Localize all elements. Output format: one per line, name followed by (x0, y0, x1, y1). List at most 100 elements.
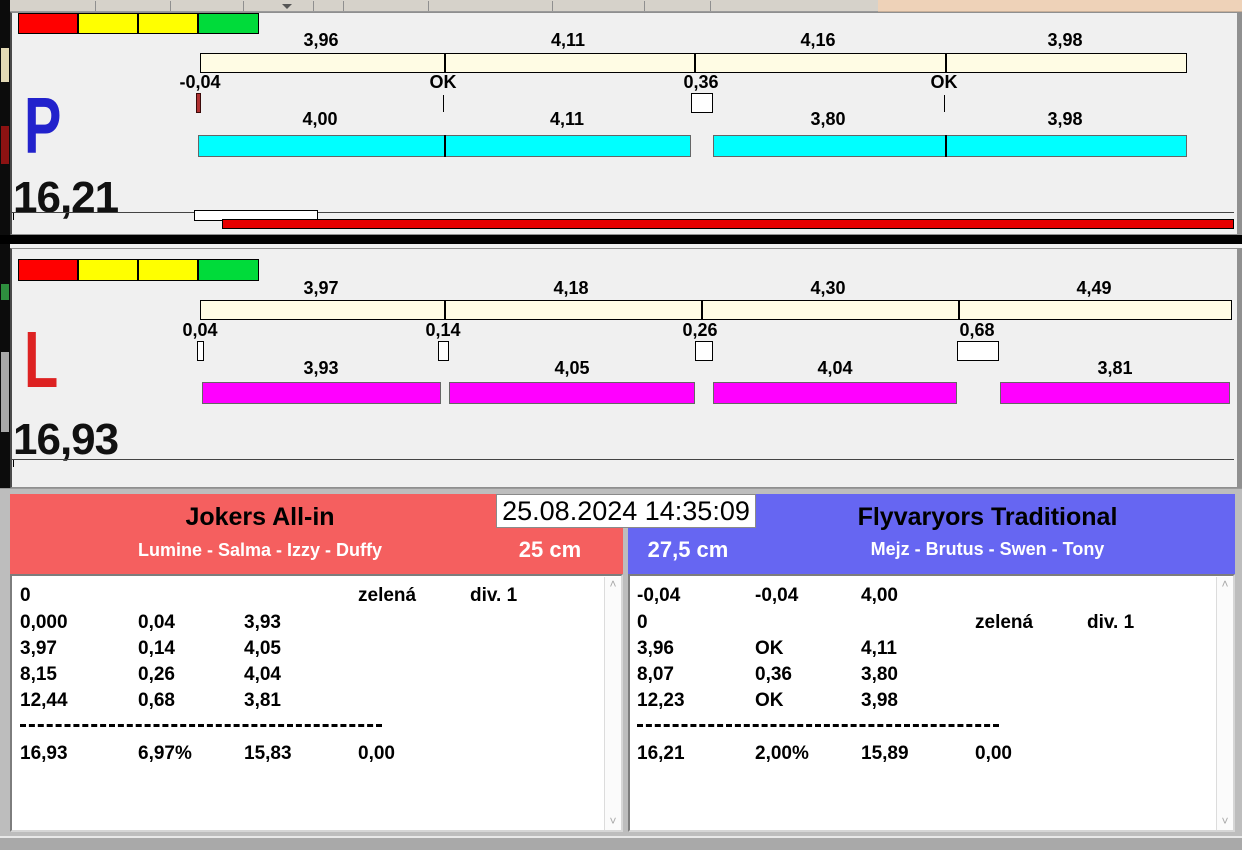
progress-bar-red (222, 219, 1234, 229)
bar-divider (694, 53, 696, 73)
scroll-down-button[interactable]: ˅ (1217, 814, 1233, 830)
gap-marker-negative (196, 93, 201, 113)
status-square-yellow (138, 13, 198, 34)
gap-label: -0,04 (179, 72, 221, 92)
status-square-yellow (78, 259, 138, 281)
sliver-fragment (1, 284, 9, 300)
segment-value-top: 4,18 (553, 278, 589, 298)
gap-marker-line (443, 95, 444, 112)
measured-bar-l (713, 382, 957, 404)
table-total-cell: 15,83 (244, 743, 292, 764)
lane-total-l: 16,93 (13, 415, 119, 464)
table-cell: div. 1 (470, 585, 518, 606)
status-square-yellow (78, 13, 138, 34)
status-square-red (18, 13, 78, 34)
scroll-up-button[interactable]: ˄ (605, 577, 621, 593)
gap-marker-line (944, 95, 945, 112)
gap-label: 0,14 (425, 320, 461, 340)
top-edge-tick (95, 1, 96, 11)
scroll-down-button[interactable]: ˅ (605, 814, 621, 830)
lane-letter-p: P (24, 81, 62, 170)
segment-value-bottom: 4,11 (549, 109, 585, 129)
segment-value-top: 3,97 (303, 278, 339, 298)
lane-letter-l: L (24, 315, 59, 404)
gap-label: 0,68 (959, 320, 995, 340)
top-edge-tick (710, 1, 711, 11)
segment-value-top: 3,98 (1047, 30, 1083, 50)
segment-value-bottom: 4,00 (302, 109, 338, 129)
datetime-display: 25.08.2024 14:35:09 (496, 494, 756, 528)
top-edge-tick (428, 1, 429, 11)
measured-bar-l (449, 382, 695, 404)
table-cell: 12,44 (20, 690, 68, 711)
segment-value-top: 4,30 (810, 278, 846, 298)
top-edge-tick (170, 1, 171, 11)
gap-marker-box (957, 341, 999, 361)
table-cell: 0 (637, 612, 648, 633)
table-cell: zelená (975, 612, 1034, 633)
segment-value-bottom: 3,93 (303, 358, 339, 378)
segment-value-bottom: 4,04 (817, 358, 853, 378)
lane-length-left: 25 cm (518, 537, 582, 562)
table-cell: 0,36 (755, 664, 792, 685)
segment-value-top: 3,96 (303, 30, 339, 50)
table-cell: -0,04 (637, 585, 681, 606)
segment-value-top: 4,11 (550, 30, 586, 50)
top-edge-tick (313, 1, 314, 11)
segment-value-top: 4,16 (800, 30, 836, 50)
gap-marker-box (197, 341, 204, 361)
top-edge-tick (644, 1, 645, 11)
table-divider-dashes (20, 724, 382, 727)
table-cell: 3,98 (861, 690, 898, 711)
table-cell: 0,26 (138, 664, 175, 685)
status-square-green (198, 259, 259, 281)
results-table-left[interactable] (10, 574, 623, 832)
table-cell: 3,80 (861, 664, 898, 685)
sliver-fragment (1, 126, 9, 164)
team-name-left: Jokers All-in (185, 503, 335, 531)
bar-divider (444, 300, 446, 320)
table-total-cell: 15,89 (861, 743, 909, 764)
gap-label: OK (930, 72, 958, 92)
measured-bar-l (1000, 382, 1230, 404)
bar-divider (444, 135, 446, 157)
scrollbar-left-table[interactable]: ˄ ˅ (604, 577, 621, 830)
table-divider-dashes (637, 724, 999, 727)
bar-divider (444, 53, 446, 73)
table-total-cell: 6,97% (138, 743, 192, 764)
table-total-cell: 0,00 (975, 743, 1012, 764)
table-cell: zelená (358, 585, 417, 606)
segment-value-bottom: 4,05 (554, 358, 590, 378)
reference-bar-l (200, 300, 1232, 320)
measured-bar-p (198, 135, 691, 157)
table-cell: 12,23 (637, 690, 685, 711)
table-cell: 3,93 (244, 612, 281, 633)
sliver-fragment (1, 352, 9, 432)
gap-marker-box (695, 341, 713, 361)
bottom-window-edge (0, 836, 1242, 850)
scrollbar-right-table[interactable]: ˄ ˅ (1216, 577, 1233, 830)
measured-bar-l (202, 382, 441, 404)
table-total-cell: 16,21 (637, 743, 685, 764)
table-cell: 3,97 (20, 638, 57, 659)
table-cell: div. 1 (1087, 612, 1135, 633)
gap-label: OK (429, 72, 457, 92)
status-square-yellow (138, 259, 198, 281)
segment-value-top: 4,49 (1076, 278, 1112, 298)
table-cell: 0,14 (138, 638, 175, 659)
baseline-tick (13, 213, 14, 220)
bar-divider (945, 53, 947, 73)
team-name-right: Flyvaryors Traditional (857, 503, 1118, 531)
status-square-red (18, 259, 78, 281)
top-edge-tick (343, 1, 344, 11)
table-cell: -0,04 (755, 585, 799, 606)
table-cell: 3,81 (244, 690, 281, 711)
table-cell: 3,96 (637, 638, 674, 659)
progress-baseline (12, 459, 1234, 460)
baseline-tick (13, 460, 14, 467)
table-cell: 8,07 (637, 664, 674, 685)
bar-divider (945, 135, 947, 157)
results-table-right[interactable] (628, 574, 1235, 832)
gap-label: 0,26 (682, 320, 718, 340)
scroll-up-button[interactable]: ˄ (1217, 577, 1233, 593)
